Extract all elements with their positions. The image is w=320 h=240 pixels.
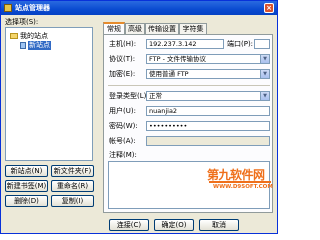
ok-button[interactable]: 确定(O) <box>154 219 194 231</box>
logon-type-value: 正常 <box>149 92 162 100</box>
tab-transfer-settings[interactable]: 传输设置 <box>145 23 179 34</box>
site-tree[interactable]: 我的站点 新站点 <box>5 27 93 161</box>
select-entry-label: 选择项(S): <box>5 18 39 26</box>
chevron-down-icon[interactable]: ▼ <box>260 70 269 78</box>
app-icon <box>4 4 12 12</box>
watermark-bar <box>209 181 271 183</box>
port-input[interactable] <box>254 39 270 49</box>
close-icon[interactable]: × <box>264 3 274 13</box>
chevron-down-icon[interactable]: ▼ <box>260 55 269 63</box>
watermark-url: WWW.D9SOFT.COM <box>213 184 273 190</box>
host-label: 主机(H): <box>109 40 137 48</box>
user-input[interactable]: nuanjia2 <box>146 106 270 116</box>
new-bookmark-button[interactable]: 新建书签(M) <box>5 180 48 192</box>
chevron-down-icon[interactable]: ▼ <box>260 92 269 100</box>
window-title: 站点管理器 <box>15 4 50 12</box>
tab-charset[interactable]: 字符集 <box>179 23 207 34</box>
site-manager-window: 站点管理器 × 选择项(S): 我的站点 新站点 新站点(N) 新文件夹(F) … <box>0 0 278 234</box>
folder-icon <box>10 33 18 39</box>
encryption-select[interactable]: 使用普通 FTP ▼ <box>146 69 270 79</box>
protocol-label: 协议(T): <box>109 55 136 63</box>
protocol-value: FTP - 文件传输协议 <box>149 55 206 63</box>
divider <box>108 85 270 86</box>
encryption-label: 加密(E): <box>109 70 136 78</box>
tab-advanced[interactable]: 高级 <box>125 23 145 34</box>
protocol-select[interactable]: FTP - 文件传输协议 ▼ <box>146 54 270 64</box>
logon-type-select[interactable]: 正常 ▼ <box>146 91 270 101</box>
comments-label: 注释(M): <box>109 151 137 159</box>
user-label: 用户(U): <box>109 107 136 115</box>
site-icon <box>20 42 26 49</box>
tree-item-new-site[interactable]: 新站点 <box>28 41 51 50</box>
password-input[interactable]: •••••••••• <box>146 121 270 131</box>
title-bar[interactable]: 站点管理器 × <box>1 1 277 15</box>
watermark-logo: 第九软件网 WWW.D9SOFT.COM <box>207 163 273 207</box>
delete-button[interactable]: 删除(D) <box>5 195 48 207</box>
connect-button[interactable]: 连接(C) <box>109 219 149 231</box>
rename-button[interactable]: 重命名(R) <box>51 180 94 192</box>
new-folder-button[interactable]: 新文件夹(F) <box>51 165 94 177</box>
copy-button[interactable]: 复制(I) <box>51 195 94 207</box>
new-site-button[interactable]: 新站点(N) <box>5 165 48 177</box>
tree-item-my-sites[interactable]: 我的站点 <box>20 32 48 41</box>
password-label: 密码(W): <box>109 122 138 130</box>
cancel-button[interactable]: 取消 <box>199 219 239 231</box>
logon-type-label: 登录类型(L): <box>109 92 149 100</box>
account-label: 帐号(A): <box>109 137 136 145</box>
account-input[interactable] <box>146 136 270 146</box>
host-input[interactable]: 192.237.3.142 <box>146 39 224 49</box>
port-label: 端口(P): <box>227 40 254 48</box>
encryption-value: 使用普通 FTP <box>149 70 189 78</box>
